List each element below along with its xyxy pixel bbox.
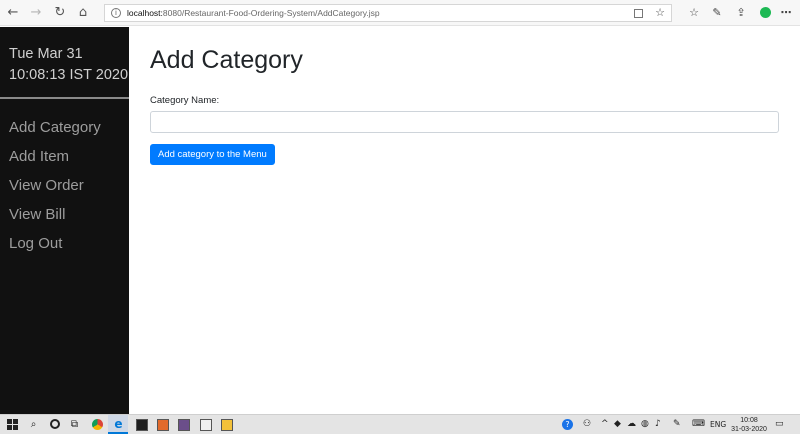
pen-tray-icon[interactable]: ✎	[673, 418, 681, 431]
system-time: 10:08	[740, 417, 758, 424]
share-icon[interactable]: ⇪	[733, 5, 749, 21]
cloud-icon[interactable]: ☁	[627, 418, 636, 431]
reload-icon[interactable]: ↻	[52, 5, 68, 21]
notification-icon[interactable]: ▭	[775, 418, 784, 431]
main-content: Add Category Category Name: Add category…	[129, 27, 800, 414]
volume-icon[interactable]: ♪	[655, 418, 661, 431]
notepad-icon[interactable]	[200, 419, 212, 431]
system-date: 31-03-2020	[731, 426, 767, 433]
file-explorer-icon[interactable]	[221, 419, 233, 431]
url-text[interactable]: localhost:8080/Restaurant-Food-Ordering-…	[127, 7, 380, 19]
back-icon[interactable]: ←	[5, 5, 21, 21]
sidebar-item-view-bill[interactable]: View Bill	[9, 200, 101, 229]
grammarly-icon[interactable]	[757, 5, 773, 21]
keyboard-icon[interactable]: ⌨	[692, 418, 705, 431]
browser-toolbar: ← → ↻ ⌂ i localhost:8080/Restaurant-Food…	[0, 0, 800, 26]
sidebar-item-log-out[interactable]: Log Out	[9, 229, 101, 258]
help-icon[interactable]: ?	[562, 419, 573, 430]
antivirus-icon[interactable]: ◍	[641, 418, 649, 431]
language-indicator[interactable]: ENG	[710, 418, 726, 431]
clock-date: Tue Mar 31	[9, 46, 83, 62]
home-icon[interactable]: ⌂	[75, 5, 91, 21]
taskbar: ⌕ ⧉ e ? ⚇ ^ ◆ ☁ ◍ ♪ ✎ ⌨ ENG 10:08 31-03-…	[0, 414, 800, 434]
people-icon[interactable]: ⚇	[583, 418, 591, 431]
search-icon[interactable]: ⌕	[27, 418, 40, 431]
sidebar-item-add-category[interactable]: Add Category	[9, 113, 101, 142]
more-icon[interactable]: ⋯	[778, 5, 794, 21]
forward-icon[interactable]: →	[28, 5, 44, 21]
system-clock[interactable]: 10:08 31-03-2020	[731, 416, 767, 434]
terminal-icon[interactable]	[136, 419, 148, 431]
sidebar: Tue Mar 31 10:08:13 IST 2020 Add Categor…	[0, 27, 129, 414]
dropbox-icon[interactable]: ◆	[614, 418, 621, 431]
clock-time: 10:08:13 IST 2020	[9, 67, 129, 83]
favorites-icon[interactable]: ☆	[686, 5, 702, 21]
category-name-input[interactable]	[150, 111, 779, 133]
pen-icon[interactable]: ✎	[709, 5, 725, 21]
cortana-icon[interactable]	[48, 418, 61, 431]
media-app-icon[interactable]	[178, 419, 190, 431]
url-host: localhost:	[127, 8, 163, 18]
add-category-button[interactable]: Add category to the Menu	[150, 144, 275, 165]
chrome-icon[interactable]	[91, 418, 104, 431]
windows-start-icon[interactable]	[6, 418, 19, 431]
address-bar[interactable]: i localhost:8080/Restaurant-Food-Orderin…	[104, 4, 672, 22]
sidebar-item-add-item[interactable]: Add Item	[9, 142, 101, 171]
chevron-up-icon[interactable]: ^	[601, 418, 609, 431]
reader-view-icon[interactable]	[634, 9, 643, 18]
task-view-icon[interactable]: ⧉	[68, 418, 81, 431]
category-name-label: Category Name:	[150, 95, 220, 106]
url-path: 8080/Restaurant-Food-Ordering-System/Add…	[162, 8, 380, 18]
sidebar-divider	[0, 97, 129, 99]
edge-icon[interactable]: e	[112, 418, 125, 431]
sidebar-menu: Add Category Add Item View Order View Bi…	[9, 113, 101, 258]
page-title: Add Category	[150, 46, 303, 74]
info-icon[interactable]: i	[111, 8, 121, 18]
star-icon[interactable]: ☆	[655, 6, 665, 20]
office-icon[interactable]	[157, 419, 169, 431]
sidebar-clock: Tue Mar 31 10:08:13 IST 2020	[9, 44, 128, 86]
sidebar-item-view-order[interactable]: View Order	[9, 171, 101, 200]
